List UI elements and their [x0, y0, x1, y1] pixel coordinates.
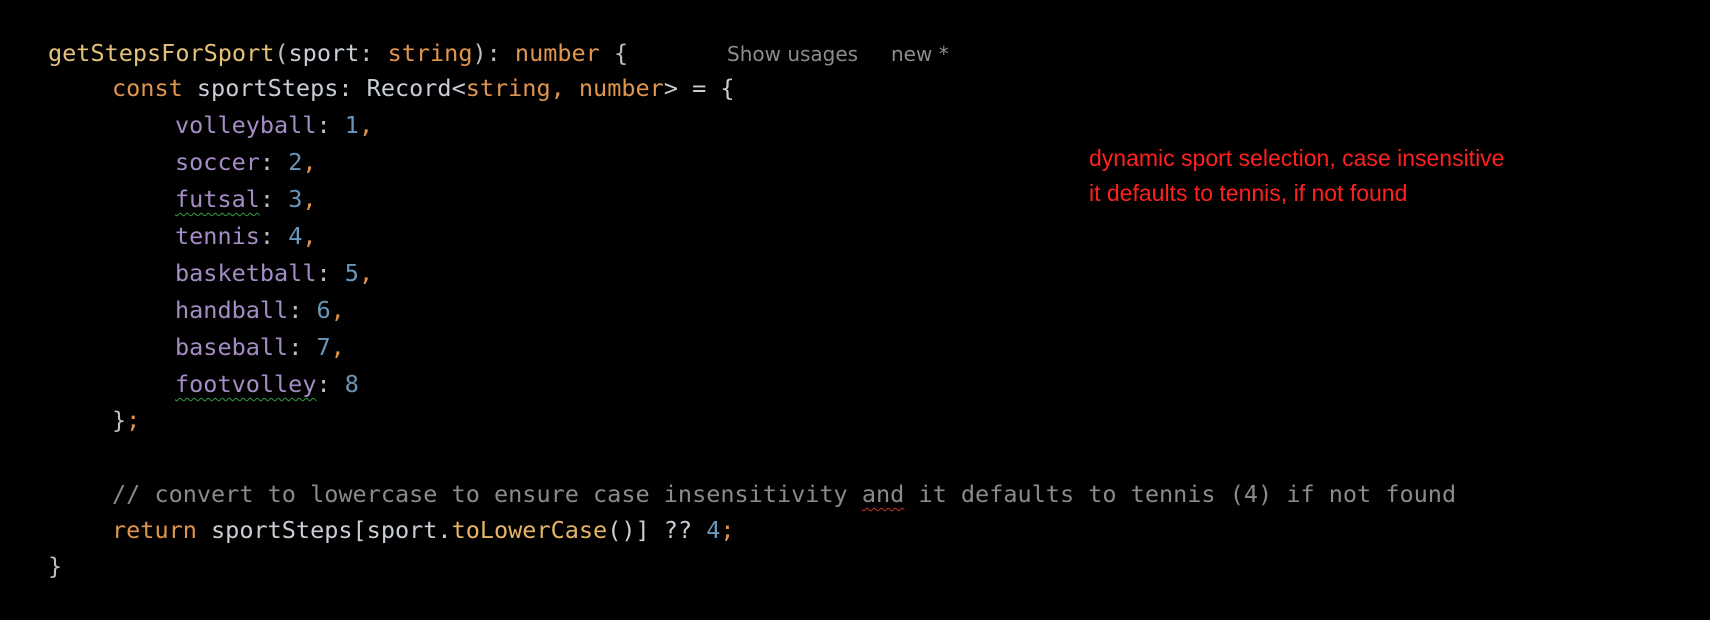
return-type: number	[514, 39, 600, 67]
const-keyword: const	[112, 74, 183, 102]
entry-colon: :	[288, 333, 317, 361]
code-line-return: return sportSteps[sport.toLowerCase()] ?…	[112, 515, 735, 545]
entry-colon: :	[288, 296, 317, 324]
entry-key: tennis	[175, 222, 260, 250]
entry-comma: ,	[330, 296, 345, 324]
annotation-line-2: it defaults to tennis, if not found	[1089, 180, 1408, 206]
entry-value: 1	[344, 111, 359, 139]
comment-part2: it defaults to tennis (4) if not found	[904, 480, 1457, 508]
entry-colon: :	[259, 222, 289, 250]
entry-value: 7	[316, 333, 331, 361]
entry-line: futsal: 3,	[175, 184, 317, 214]
comment-and: and	[861, 480, 905, 508]
entry-key: soccer	[175, 148, 260, 176]
param-type: string	[387, 39, 473, 67]
entry-line: handball: 6,	[175, 295, 345, 325]
entry-colon: :	[316, 111, 345, 139]
author-hint[interactable]: new *	[891, 39, 949, 69]
record-key-type: string	[465, 74, 551, 102]
entry-key: basketball	[175, 259, 317, 287]
code-line-const: const sportSteps: Record<string, number>…	[112, 73, 735, 103]
entry-key: futsal	[175, 185, 260, 213]
code-line-signature: getStepsForSport(sport: string): number …	[48, 38, 628, 68]
entry-colon: :	[316, 259, 345, 287]
entry-line: basketball: 5,	[175, 258, 373, 288]
paren-open: (	[274, 39, 289, 67]
code-line-comment: // convert to lowercase to ensure case i…	[112, 479, 1456, 509]
entry-value: 5	[344, 259, 359, 287]
default-value: 4	[706, 516, 721, 544]
show-usages-hint[interactable]: Show usages	[727, 39, 858, 69]
entry-key: volleyball	[175, 111, 317, 139]
const-rest: > = {	[663, 74, 735, 102]
code-editor[interactable]: getStepsForSport(sport: string): number …	[0, 0, 1710, 620]
return-expression: sportSteps[sport.	[196, 516, 452, 544]
comment-part1: // convert to lowercase to ensure case i…	[112, 480, 862, 508]
function-name: getStepsForSport	[48, 39, 275, 67]
entry-value: 4	[288, 222, 303, 250]
entry-value: 8	[344, 370, 359, 398]
entry-colon: :	[259, 148, 289, 176]
annotation-line-1: dynamic sport selection, case insensitiv…	[1089, 145, 1505, 171]
param-name: sport	[288, 39, 360, 67]
paren-close: ):	[472, 39, 515, 67]
return-semicolon: ;	[720, 516, 735, 544]
entry-value: 2	[288, 148, 303, 176]
object-close-brace: }	[112, 406, 127, 434]
entry-key: handball	[175, 296, 289, 324]
function-close-brace: }	[48, 552, 63, 580]
entry-colon: :	[259, 185, 289, 213]
record-value-type: number	[564, 74, 664, 102]
param-colon: :	[359, 39, 388, 67]
entry-comma: ,	[302, 148, 317, 176]
const-declaration: sportSteps: Record<	[182, 74, 466, 102]
type-comma: ,	[550, 74, 565, 102]
open-brace: {	[599, 39, 629, 67]
entry-comma: ,	[302, 185, 317, 213]
entry-line: tennis: 4,	[175, 221, 317, 251]
entry-key: baseball	[175, 333, 289, 361]
return-keyword: return	[112, 516, 197, 544]
entry-comma: ,	[358, 259, 374, 287]
entry-line: volleyball: 1,	[175, 110, 373, 140]
entry-colon: :	[316, 370, 345, 398]
method-name: toLowerCase	[451, 516, 608, 544]
return-after: ()] ??	[607, 516, 707, 544]
entry-value: 3	[288, 185, 303, 213]
entry-comma: ,	[302, 222, 317, 250]
entry-key: footvolley	[175, 370, 317, 398]
code-line-fn-close: }	[48, 551, 62, 581]
entry-line: soccer: 2,	[175, 147, 317, 177]
object-semicolon: ;	[126, 406, 141, 434]
code-line-object-close: };	[112, 405, 140, 435]
entry-line: footvolley: 8	[175, 369, 359, 399]
entry-value: 6	[316, 296, 331, 324]
entry-comma: ,	[358, 111, 374, 139]
entry-line: baseball: 7,	[175, 332, 345, 362]
entry-comma: ,	[330, 333, 345, 361]
